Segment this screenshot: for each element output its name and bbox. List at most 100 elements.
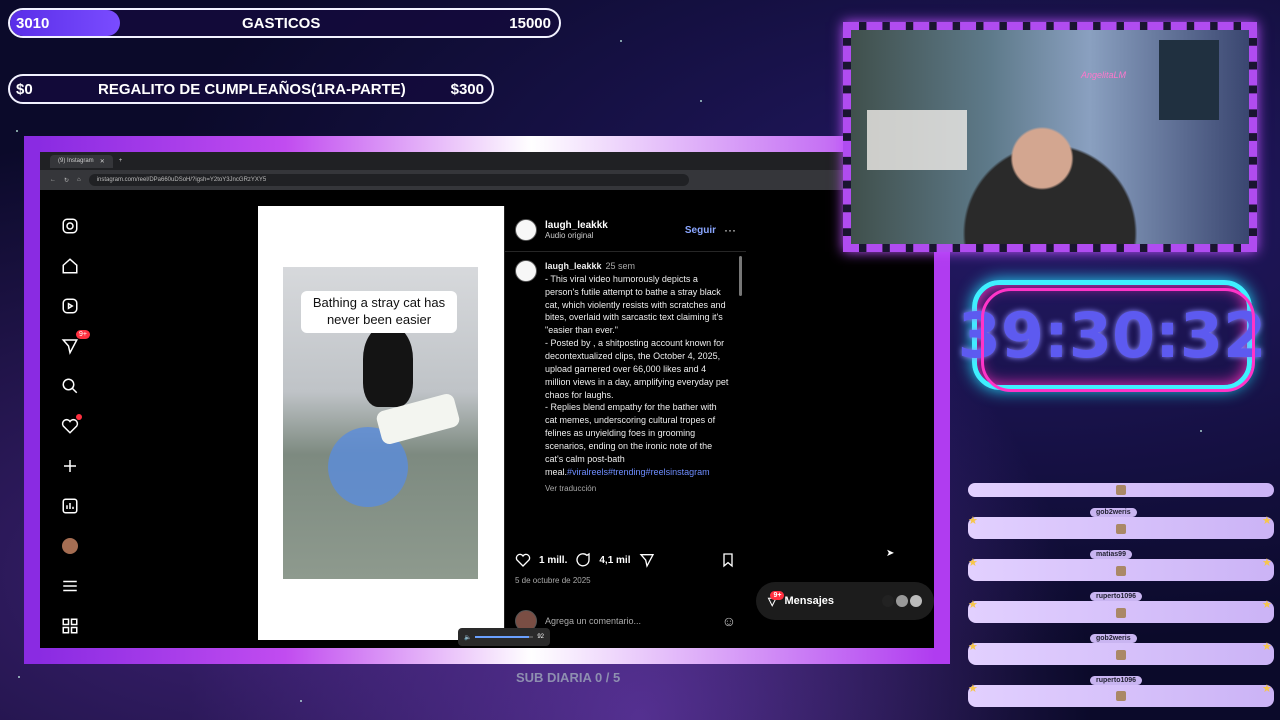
star-icon: ★ [968, 683, 978, 695]
hashtags[interactable]: #viralreels#trending#reelsinstagram [567, 467, 710, 477]
background-star [16, 130, 18, 132]
reel-caption: Bathing a stray cat has never been easie… [301, 291, 457, 333]
post-date: 5 de octubre de 2025 [515, 576, 591, 585]
background-star [300, 700, 302, 702]
comment-time: 25 sem [605, 261, 636, 271]
avatar[interactable] [515, 260, 537, 282]
browser-tab[interactable]: (9) Instagram ✕ [50, 154, 113, 168]
comment-paragraph: - Replies blend empathy for the bather w… [545, 402, 717, 477]
emoji-icon[interactable]: ☺ [722, 613, 736, 629]
star-icon: ★ [968, 641, 978, 653]
username[interactable]: laugh_leakkk [545, 220, 608, 231]
follow-button[interactable]: Seguir [685, 225, 716, 236]
chat-username: gob2weris [1090, 634, 1137, 643]
direct-icon[interactable]: 9+ [60, 330, 90, 356]
star-icon: ★ [1262, 557, 1272, 569]
address-bar[interactable]: instagram.com/reel/DPa660uDSoH/?igsh=Y2t… [88, 174, 689, 186]
user-block: laugh_leakkk Audio original [545, 220, 608, 240]
audio-link[interactable]: Audio original [545, 231, 608, 240]
star-icon: ★ [1262, 515, 1272, 527]
volume-fill [475, 636, 529, 638]
comment-input[interactable]: Agrega un comentario... [545, 616, 641, 626]
close-icon[interactable]: ✕ [100, 158, 105, 165]
avatar [896, 595, 908, 607]
messages-button[interactable]: ▽ 9+ Mensajes [756, 582, 934, 620]
background-star [620, 40, 622, 42]
comment-icon[interactable] [575, 552, 591, 568]
comment-username[interactable]: laugh_leakkk [545, 261, 602, 271]
webcam-frame: AngelitaLM [843, 22, 1257, 252]
comment-paragraph: - This viral video humorously depicts a … [545, 273, 726, 336]
dashboard-icon[interactable] [60, 496, 80, 516]
apps-icon[interactable] [60, 616, 80, 636]
background-star [1200, 430, 1202, 432]
reels-icon[interactable] [60, 296, 80, 316]
background-star [700, 100, 702, 102]
goal-bar-gasticos: 3010 GASTICOS 15000 [8, 8, 561, 38]
bookmark-icon[interactable] [720, 552, 736, 568]
message-avatars [882, 595, 922, 607]
likes-count[interactable]: 1 mill. [539, 555, 567, 566]
star-icon: ★ [968, 557, 978, 569]
avatar [910, 595, 922, 607]
home-icon[interactable] [60, 256, 80, 276]
comment-paragraph: - Posted by , a shitposting account know… [545, 338, 729, 400]
goal-current: $0 [16, 80, 33, 98]
avatar[interactable] [60, 536, 80, 556]
reload-icon[interactable]: ↻ [64, 177, 69, 184]
background-star [18, 676, 20, 678]
reel-video[interactable]: Bathing a stray cat has never been easie… [283, 267, 478, 579]
chat-emote-icon [1116, 485, 1126, 495]
chat-username: gob2weris [1090, 508, 1137, 517]
post-panel: laugh_leakkk Audio original Seguir ··· l… [504, 206, 746, 640]
goal-target: $300 [450, 80, 484, 98]
chat-emote-icon [1116, 650, 1126, 660]
add-icon[interactable] [60, 456, 80, 476]
goal-bar-regalito: $0 REGALITO DE CUMPLEAÑOS(1RA-PARTE) $30… [8, 74, 494, 104]
new-tab-icon[interactable]: + [119, 158, 123, 164]
webcam-feed: AngelitaLM [851, 30, 1249, 244]
chat-emote-icon [1116, 524, 1126, 534]
direct-icon: ▽ 9+ [768, 590, 785, 608]
home-icon[interactable]: ⌂ [77, 177, 81, 183]
chat-username: matias99 [1090, 550, 1132, 559]
reel-player[interactable]: Bathing a stray cat has never been easie… [258, 206, 504, 640]
post-header: laugh_leakkk Audio original Seguir ··· [515, 216, 736, 244]
caption-comment: laugh_leakkk 25 sem - This viral video hu… [515, 260, 730, 494]
instagram-icon[interactable] [60, 216, 80, 236]
chat-emote-icon [1116, 691, 1126, 701]
avatar[interactable] [515, 219, 537, 241]
star-icon: ★ [968, 515, 978, 527]
chat-username: ruperto1096 [1090, 592, 1143, 601]
goal-target: 15000 [509, 14, 551, 32]
goal-current: 3010 [16, 14, 50, 32]
share-icon[interactable] [639, 552, 655, 568]
browser-toolbar: ← ↻ ⌂ instagram.com/reel/DPa660uDSoH/?ig… [40, 170, 934, 190]
scrollbar[interactable] [739, 256, 742, 296]
notification-dot [76, 414, 82, 420]
back-icon[interactable]: ← [50, 177, 56, 183]
webcam-sign [867, 110, 967, 170]
browser-tab-strip: (9) Instagram ✕ + [40, 152, 934, 170]
more-options-icon[interactable]: ··· [724, 223, 736, 237]
divider [505, 251, 746, 252]
heart-icon[interactable] [515, 552, 531, 568]
volume-track[interactable] [475, 636, 534, 638]
chat-emote-icon [1116, 608, 1126, 618]
comments-count[interactable]: 4,1 mil [599, 555, 630, 566]
messages-label: Mensajes [784, 595, 834, 607]
cat-figure [363, 327, 413, 407]
tab-title: (9) Instagram [58, 157, 94, 164]
search-icon[interactable] [60, 376, 80, 396]
speaker-icon: 🔈 [464, 634, 472, 641]
goal-title: REGALITO DE CUMPLEAÑOS(1RA-PARTE) [98, 80, 406, 98]
menu-icon[interactable] [60, 576, 80, 596]
translate-link[interactable]: Ver traducción [545, 483, 730, 494]
star-icon: ★ [1262, 683, 1272, 695]
volume-slider[interactable]: 🔈 92 [458, 628, 550, 646]
heart-icon[interactable] [60, 414, 82, 436]
comment-text: laugh_leakkk 25 sem - This viral video hu… [545, 260, 730, 494]
volume-value: 92 [537, 634, 544, 640]
notification-badge: 9+ [770, 590, 785, 600]
chat-username: ruperto1096 [1090, 676, 1143, 685]
